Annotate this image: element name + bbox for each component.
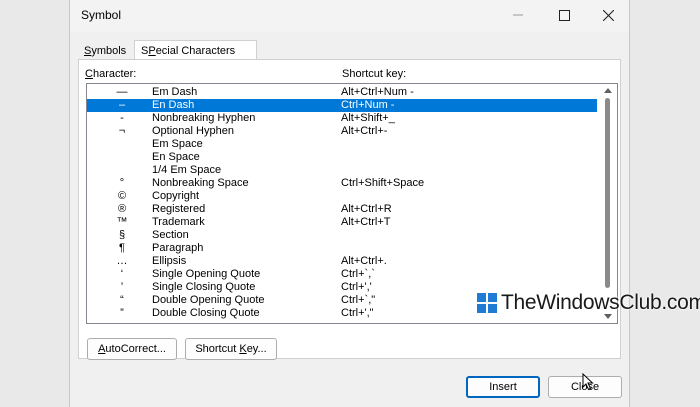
character-symbol: “: [120, 294, 124, 306]
list-item[interactable]: ¬ Optional Hyphen Alt+Ctrl+-: [87, 125, 597, 138]
character-name: Copyright: [152, 190, 200, 202]
watermark: TheWindowsClub.com: [477, 291, 700, 315]
minimize-button[interactable]: [495, 0, 541, 30]
character-shortcut: Alt+Ctrl+T: [341, 216, 391, 228]
list-item[interactable]: - Nonbreaking Hyphen Alt+Shift+_: [87, 112, 597, 125]
list-item[interactable]: ™ Trademark Alt+Ctrl+T: [87, 216, 597, 229]
maximize-icon: [558, 9, 570, 21]
scrollbar-thumb[interactable]: [605, 98, 610, 288]
character-name: En Dash: [152, 99, 195, 111]
vertical-scrollbar[interactable]: [599, 84, 617, 323]
character-shortcut: Ctrl+`,": [341, 294, 376, 306]
list-item[interactable]: – En Dash Ctrl+Num -: [87, 99, 597, 112]
character-symbol: °: [119, 177, 125, 189]
character-name: Nonbreaking Hyphen: [152, 112, 256, 124]
close-icon: [602, 9, 614, 21]
shortcut-key-button[interactable]: Shortcut Key...: [185, 338, 277, 360]
character-symbol: ”: [120, 307, 124, 319]
windows-logo-icon: [477, 293, 497, 313]
maximize-button[interactable]: [541, 0, 587, 30]
character-symbol: –: [118, 99, 126, 111]
list-item[interactable]: En Space: [87, 151, 597, 164]
list-item[interactable]: — Em Dash Alt+Ctrl+Num -: [87, 86, 597, 99]
character-shortcut: Ctrl+Num -: [341, 99, 395, 111]
character-shortcut: Ctrl+',": [341, 307, 374, 319]
character-shortcut: Alt+Ctrl+.: [341, 255, 387, 267]
character-name: Ellipsis: [152, 255, 187, 267]
character-name: Nonbreaking Space: [152, 177, 249, 189]
autocorrect-button[interactable]: AutoCorrect...: [87, 338, 177, 360]
character-shortcut: Alt+Ctrl+-: [341, 125, 388, 137]
character-symbol: ¶: [119, 242, 125, 254]
title-bar[interactable]: Symbol: [70, 0, 629, 32]
scroll-up-arrow-icon[interactable]: [604, 88, 612, 93]
character-symbol: ’: [120, 281, 124, 293]
character-symbol: —: [116, 86, 128, 98]
character-shortcut: Alt+Ctrl+Num -: [341, 86, 414, 98]
character-symbol: §: [118, 229, 126, 241]
character-name: Trademark: [152, 216, 205, 228]
list-item[interactable]: © Copyright: [87, 190, 597, 203]
tab-symbols[interactable]: Symbols: [78, 42, 133, 60]
character-symbol: ®: [117, 203, 127, 215]
character-name: Registered: [152, 203, 206, 215]
character-name: Double Opening Quote: [152, 294, 265, 306]
watermark-text: TheWindowsClub.com: [501, 291, 700, 314]
character-column-header: Character:: [85, 68, 137, 80]
list-item[interactable]: … Ellipsis Alt+Ctrl+.: [87, 255, 597, 268]
mouse-pointer-icon: [582, 373, 594, 391]
list-item[interactable]: § Section: [87, 229, 597, 242]
character-symbol: ¬: [118, 125, 126, 137]
list-item[interactable]: 1/4 Em Space: [87, 164, 597, 177]
character-symbol: ™: [116, 216, 128, 228]
character-name: Single Opening Quote: [152, 268, 261, 280]
special-characters-list[interactable]: ” Double Closing Quote Ctrl+'," “ Double Ope…: [86, 83, 618, 324]
character-symbol: …: [116, 255, 128, 267]
list-item[interactable]: Em Space: [87, 138, 597, 151]
character-symbol: ©: [117, 190, 127, 202]
character-name: Em Space: [152, 138, 203, 150]
list-item[interactable]: ° Nonbreaking Space Ctrl+Shift+Space: [87, 177, 597, 190]
tab-special-characters[interactable]: SPecial Characters: [134, 40, 257, 60]
character-name: Paragraph: [152, 242, 204, 254]
character-symbol: ‘: [120, 268, 124, 280]
close-window-button[interactable]: [585, 0, 631, 30]
character-name: 1/4 Em Space: [152, 164, 222, 176]
character-shortcut: Alt+Shift+_: [341, 112, 395, 124]
insert-button[interactable]: Insert: [466, 376, 540, 398]
character-shortcut: Ctrl+Shift+Space: [341, 177, 425, 189]
character-name: Optional Hyphen: [152, 125, 234, 137]
character-name: Section: [152, 229, 189, 241]
character-shortcut: Alt+Ctrl+R: [341, 203, 392, 215]
list-item[interactable]: ‘ Single Opening Quote Ctrl+`,`: [87, 268, 597, 281]
shortcut-key-column-header: Shortcut key:: [342, 68, 407, 80]
character-symbol: -: [120, 112, 124, 124]
character-name: Em Dash: [152, 86, 198, 98]
window-title: Symbol: [81, 8, 122, 22]
symbol-dialog: Symbol Symbols SPecial Characters Charac…: [69, 0, 700, 407]
minimize-icon: [513, 14, 523, 16]
character-name: En Space: [152, 151, 200, 163]
character-shortcut: Ctrl+',': [341, 281, 372, 293]
character-name: Double Closing Quote: [152, 307, 260, 319]
special-characters-panel: Character: Shortcut key: ” Double Closing…: [78, 59, 700, 360]
list-item[interactable]: ® Registered Alt+Ctrl+R: [87, 203, 597, 216]
list-item[interactable]: ¶ Paragraph: [87, 242, 597, 255]
character-name: Single Closing Quote: [152, 281, 256, 293]
character-shortcut: Ctrl+`,`: [341, 268, 375, 280]
